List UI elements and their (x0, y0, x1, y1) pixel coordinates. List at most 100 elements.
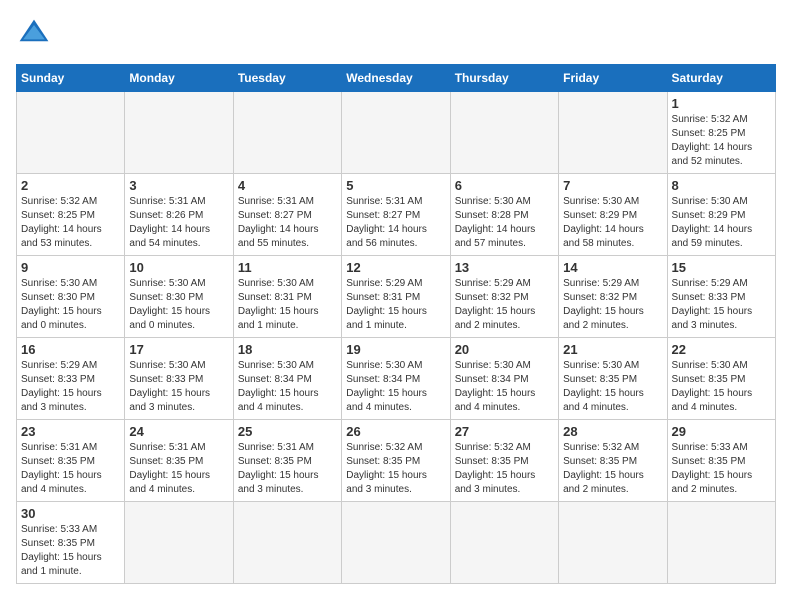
day-info: Sunrise: 5:30 AM Sunset: 8:34 PM Dayligh… (346, 359, 445, 415)
calendar-cell: 17 Sunrise: 5:30 AM Sunset: 8:33 PM Dayli… (125, 338, 233, 420)
day-info: Sunrise: 5:33 AM Sunset: 8:35 PM Dayligh… (21, 523, 120, 579)
day-number: 26 (346, 424, 445, 439)
day-info: Sunrise: 5:32 AM Sunset: 8:35 PM Dayligh… (346, 441, 445, 497)
weekday-header: Wednesday (342, 65, 450, 92)
day-number: 24 (129, 424, 228, 439)
calendar-cell (233, 502, 341, 584)
day-number: 22 (672, 342, 771, 357)
day-number: 7 (563, 178, 662, 193)
calendar-body: 1 Sunrise: 5:32 AM Sunset: 8:25 PM Daylig… (17, 92, 776, 584)
day-number: 29 (672, 424, 771, 439)
calendar-cell (342, 92, 450, 174)
day-info: Sunrise: 5:31 AM Sunset: 8:35 PM Dayligh… (129, 441, 228, 497)
weekday-header: Sunday (17, 65, 125, 92)
calendar-cell: 9 Sunrise: 5:30 AM Sunset: 8:30 PM Daylig… (17, 256, 125, 338)
calendar-cell (559, 92, 667, 174)
calendar-cell: 27 Sunrise: 5:32 AM Sunset: 8:35 PM Dayli… (450, 420, 558, 502)
day-number: 27 (455, 424, 554, 439)
day-number: 1 (672, 96, 771, 111)
day-info: Sunrise: 5:31 AM Sunset: 8:26 PM Dayligh… (129, 195, 228, 251)
day-number: 21 (563, 342, 662, 357)
logo (16, 16, 58, 52)
day-number: 18 (238, 342, 337, 357)
calendar-cell: 22 Sunrise: 5:30 AM Sunset: 8:35 PM Dayli… (667, 338, 775, 420)
day-number: 6 (455, 178, 554, 193)
day-info: Sunrise: 5:30 AM Sunset: 8:28 PM Dayligh… (455, 195, 554, 251)
calendar-cell: 7 Sunrise: 5:30 AM Sunset: 8:29 PM Daylig… (559, 174, 667, 256)
calendar-cell: 12 Sunrise: 5:29 AM Sunset: 8:31 PM Dayli… (342, 256, 450, 338)
calendar-cell: 15Sunrise: 5:29 AM Sunset: 8:33 PM Dayli… (667, 256, 775, 338)
day-info: Sunrise: 5:32 AM Sunset: 8:25 PM Dayligh… (672, 113, 771, 169)
day-number: 11 (238, 260, 337, 275)
day-number: 10 (129, 260, 228, 275)
day-number: 4 (238, 178, 337, 193)
calendar-cell: 23Sunrise: 5:31 AM Sunset: 8:35 PM Dayli… (17, 420, 125, 502)
week-row: 23 Sunrise: 5:31 AM Sunset: 8:35 PM Dayli… (17, 420, 776, 502)
page-header (16, 16, 776, 52)
day-number: 19 (346, 342, 445, 357)
day-number: 17 (129, 342, 228, 357)
calendar-cell: 28Sunrise: 5:32 AM Sunset: 8:35 PM Dayli… (559, 420, 667, 502)
day-info: Sunrise: 5:33 AM Sunset: 8:35 PM Dayligh… (672, 441, 771, 497)
day-info: Sunrise: 5:30 AM Sunset: 8:31 PM Dayligh… (238, 277, 337, 333)
day-info: Sunrise: 5:32 AM Sunset: 8:25 PM Dayligh… (21, 195, 120, 251)
day-number: 14 (563, 260, 662, 275)
day-info: Sunrise: 5:29 AM Sunset: 8:32 PM Dayligh… (563, 277, 662, 333)
day-number: 2 (21, 178, 120, 193)
weekday-row: SundayMondayTuesdayWednesdayThursdayFrid… (17, 65, 776, 92)
day-info: Sunrise: 5:30 AM Sunset: 8:29 PM Dayligh… (563, 195, 662, 251)
day-info: Sunrise: 5:30 AM Sunset: 8:34 PM Dayligh… (455, 359, 554, 415)
calendar-cell: 18Sunrise: 5:30 AM Sunset: 8:34 PM Dayli… (233, 338, 341, 420)
calendar-header: SundayMondayTuesdayWednesdayThursdayFrid… (17, 65, 776, 92)
weekday-header: Friday (559, 65, 667, 92)
week-row: 2 Sunrise: 5:32 AM Sunset: 8:25 PM Daylig… (17, 174, 776, 256)
calendar-cell: 14 Sunrise: 5:29 AM Sunset: 8:32 PM Dayli… (559, 256, 667, 338)
day-number: 23 (21, 424, 120, 439)
day-info: Sunrise: 5:30 AM Sunset: 8:33 PM Dayligh… (129, 359, 228, 415)
day-number: 28 (563, 424, 662, 439)
calendar-cell: 5 Sunrise: 5:31 AM Sunset: 8:27 PM Daylig… (342, 174, 450, 256)
calendar-cell: 10 Sunrise: 5:30 AM Sunset: 8:30 PM Dayli… (125, 256, 233, 338)
day-number: 12 (346, 260, 445, 275)
calendar-cell: 29 Sunrise: 5:33 AM Sunset: 8:35 PM Dayli… (667, 420, 775, 502)
day-info: Sunrise: 5:31 AM Sunset: 8:27 PM Dayligh… (238, 195, 337, 251)
calendar-cell: 11 Sunrise: 5:30 AM Sunset: 8:31 PM Dayli… (233, 256, 341, 338)
day-number: 16 (21, 342, 120, 357)
calendar-cell (450, 92, 558, 174)
day-info: Sunrise: 5:30 AM Sunset: 8:30 PM Dayligh… (129, 277, 228, 333)
logo-icon (16, 16, 52, 52)
weekday-header: Thursday (450, 65, 558, 92)
day-number: 15 (672, 260, 771, 275)
calendar-cell: 13Sunrise: 5:29 AM Sunset: 8:32 PM Dayli… (450, 256, 558, 338)
day-info: Sunrise: 5:30 AM Sunset: 8:30 PM Dayligh… (21, 277, 120, 333)
day-info: Sunrise: 5:30 AM Sunset: 8:35 PM Dayligh… (672, 359, 771, 415)
day-info: Sunrise: 5:29 AM Sunset: 8:31 PM Dayligh… (346, 277, 445, 333)
day-info: Sunrise: 5:29 AM Sunset: 8:32 PM Dayligh… (455, 277, 554, 333)
calendar-cell (125, 502, 233, 584)
day-info: Sunrise: 5:30 AM Sunset: 8:29 PM Dayligh… (672, 195, 771, 251)
calendar-cell: 3 Sunrise: 5:31 AM Sunset: 8:26 PM Daylig… (125, 174, 233, 256)
calendar-cell: 2 Sunrise: 5:32 AM Sunset: 8:25 PM Daylig… (17, 174, 125, 256)
calendar-cell: 1 Sunrise: 5:32 AM Sunset: 8:25 PM Daylig… (667, 92, 775, 174)
day-info: Sunrise: 5:32 AM Sunset: 8:35 PM Dayligh… (455, 441, 554, 497)
calendar-table: SundayMondayTuesdayWednesdayThursdayFrid… (16, 64, 776, 584)
week-row: 1 Sunrise: 5:32 AM Sunset: 8:25 PM Daylig… (17, 92, 776, 174)
calendar-cell (450, 502, 558, 584)
calendar-cell: 26 Sunrise: 5:32 AM Sunset: 8:35 PM Dayli… (342, 420, 450, 502)
week-row: 16 Sunrise: 5:29 AM Sunset: 8:33 PM Dayli… (17, 338, 776, 420)
day-number: 5 (346, 178, 445, 193)
weekday-header: Tuesday (233, 65, 341, 92)
day-info: Sunrise: 5:31 AM Sunset: 8:27 PM Dayligh… (346, 195, 445, 251)
day-info: Sunrise: 5:29 AM Sunset: 8:33 PM Dayligh… (21, 359, 120, 415)
day-number: 9 (21, 260, 120, 275)
calendar-cell: 24 Sunrise: 5:31 AM Sunset: 8:35 PM Dayli… (125, 420, 233, 502)
day-number: 20 (455, 342, 554, 357)
calendar-cell: 16 Sunrise: 5:29 AM Sunset: 8:33 PM Dayli… (17, 338, 125, 420)
calendar-cell (667, 502, 775, 584)
day-number: 3 (129, 178, 228, 193)
calendar-cell: 20 Sunrise: 5:30 AM Sunset: 8:34 PM Dayli… (450, 338, 558, 420)
day-info: Sunrise: 5:31 AM Sunset: 8:35 PM Dayligh… (238, 441, 337, 497)
calendar-cell: 25Sunrise: 5:31 AM Sunset: 8:35 PM Dayli… (233, 420, 341, 502)
calendar-cell: 30 Sunrise: 5:33 AM Sunset: 8:35 PM Dayli… (17, 502, 125, 584)
day-number: 30 (21, 506, 120, 521)
